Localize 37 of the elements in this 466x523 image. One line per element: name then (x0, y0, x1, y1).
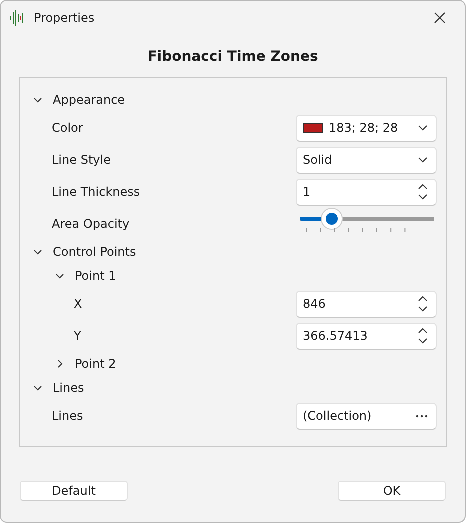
spin-field[interactable]: 1 (296, 178, 437, 206)
spin-field[interactable]: 366.57413 (296, 322, 437, 350)
dropdown-icon (418, 157, 428, 163)
property-label: X (74, 297, 84, 311)
category-label[interactable]: Point 2 (75, 357, 446, 371)
chevron-icon[interactable] (55, 271, 65, 281)
slider-thumb[interactable] (322, 209, 342, 229)
category-label[interactable]: Appearance (53, 93, 446, 107)
color-dropdown[interactable]: 183; 28; 28 (296, 114, 437, 142)
property-label: Line Style (52, 153, 112, 167)
dropdown-field[interactable]: Solid (296, 146, 437, 174)
chevron-icon[interactable] (33, 383, 43, 393)
property-label: Lines (52, 409, 84, 423)
color-value: 183; 28; 28 (329, 121, 400, 135)
collection-field[interactable]: (Collection) (296, 402, 437, 430)
dropdown-icon (418, 125, 428, 131)
chevron-icon[interactable] (33, 247, 43, 257)
dialog-button[interactable]: Default (20, 481, 128, 501)
property-label: Area Opacity (52, 217, 131, 231)
spin-arrows-icon[interactable] (418, 184, 428, 200)
dialog-heading: Fibonacci Time Zones (146, 49, 320, 65)
category-label[interactable]: Point 1 (75, 269, 446, 283)
spin-arrows-icon[interactable] (418, 328, 428, 344)
category-label[interactable]: Control Points (53, 245, 446, 259)
chevron-icon[interactable] (55, 359, 65, 369)
spin-arrows-icon[interactable] (418, 296, 428, 312)
property-label: Line Thickness (52, 185, 142, 199)
category-label[interactable]: Lines (53, 381, 446, 395)
close-icon (434, 12, 446, 24)
chevron-icon[interactable] (33, 95, 43, 105)
window-title: Properties (34, 11, 96, 25)
dialog-button[interactable]: OK (338, 481, 446, 501)
ellipsis-icon[interactable] (416, 414, 428, 418)
property-label: Y (74, 329, 82, 343)
waveform-icon (10, 10, 24, 26)
property-label: Color (52, 121, 84, 135)
spin-field[interactable]: 846 (296, 290, 437, 318)
